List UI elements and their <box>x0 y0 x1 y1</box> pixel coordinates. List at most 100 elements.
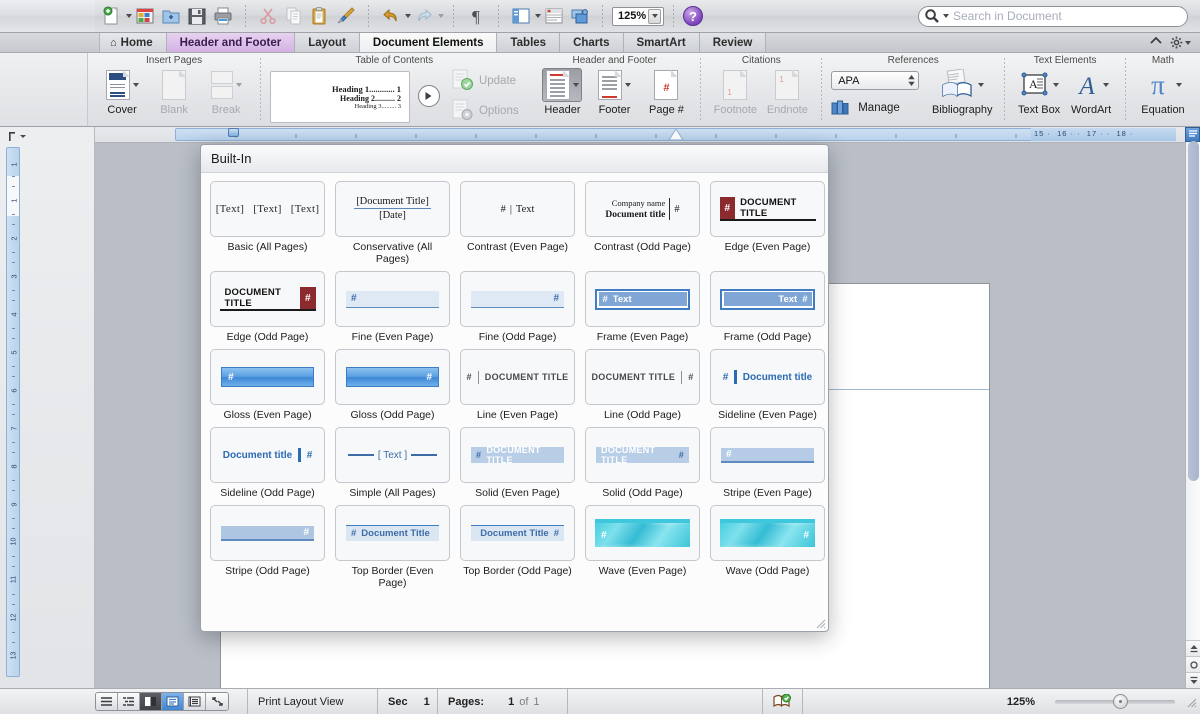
full-screen-view-button[interactable] <box>206 693 228 710</box>
cover-caret-icon[interactable] <box>133 83 139 87</box>
indent-marker-icon[interactable] <box>228 128 239 137</box>
horizontal-ruler[interactable]: 15 · 16 · · 17 · · 18 · <box>95 127 1200 143</box>
gallery-thumb-fine-even[interactable]: # <box>335 271 450 327</box>
gallery-thumb-line-even[interactable]: # DOCUMENT TITLE <box>460 349 575 405</box>
gallery-thumb-stripe-even[interactable]: # <box>710 427 825 483</box>
new-document-button[interactable] <box>99 3 125 29</box>
search-magnifier-icon[interactable] <box>924 8 949 24</box>
tab-layout[interactable]: Layout <box>295 33 360 52</box>
ribbon-button-footer[interactable]: Footer <box>589 68 639 116</box>
zoom-slider[interactable] <box>1045 700 1185 704</box>
publishing-view-button[interactable] <box>140 693 162 710</box>
gallery-thumb-edge-odd[interactable]: DOCUMENT TITLE # <box>210 271 325 327</box>
undo-button[interactable] <box>378 3 404 29</box>
zoom-slider-knob[interactable] <box>1113 694 1128 709</box>
gallery-thumb-edge-even[interactable]: # DOCUMENT TITLE <box>710 181 825 237</box>
gallery-thumb-simple[interactable]: [ Text ] <box>335 427 450 483</box>
citation-style-stepper-icon[interactable] <box>907 74 916 87</box>
print-button[interactable] <box>210 3 236 29</box>
gallery-thumb-gloss-even[interactable]: # <box>210 349 325 405</box>
gallery-item-fine-odd-page[interactable]: # Fine (Odd Page) <box>458 271 577 349</box>
ribbon-button-endnote[interactable]: 1 Endnote <box>762 68 812 116</box>
vertical-scrollbar-thumb[interactable] <box>1188 141 1199 481</box>
ribbon-button-header[interactable]: Header <box>537 68 587 116</box>
select-browse-object-button[interactable] <box>1186 656 1200 672</box>
gallery-thumb-stripe-odd[interactable]: # <box>210 505 325 561</box>
redo-button[interactable] <box>411 3 437 29</box>
toc-preview-gallery[interactable]: Heading 1............ 1 Heading 2.......… <box>270 71 410 123</box>
save-button[interactable] <box>184 3 210 29</box>
spelling-status-button[interactable] <box>762 689 802 714</box>
tab-review[interactable]: Review <box>700 33 767 52</box>
gallery-item-contrast-odd-page[interactable]: Company name Document title # Contrast (… <box>583 181 702 271</box>
gallery-item-fine-even-page[interactable]: # Fine (Even Page) <box>333 271 452 349</box>
equation-caret-icon[interactable] <box>1176 83 1182 87</box>
zoom-stepper[interactable] <box>648 9 661 24</box>
ribbon-button-blank[interactable]: Blank <box>149 68 199 116</box>
gallery-thumb-sideline-even[interactable]: # Document title <box>710 349 825 405</box>
sidebar-pane-button[interactable] <box>508 3 534 29</box>
tab-home[interactable]: ⌂ Home <box>100 33 167 52</box>
ribbon-button-toc-update[interactable]: Update <box>452 68 519 94</box>
gallery-thumb-sideline-odd[interactable]: Document title # <box>210 427 325 483</box>
search-scope-chevron-icon[interactable] <box>943 14 949 18</box>
gallery-item-top-border-odd-page[interactable]: Document Title # Top Border (Odd Page) <box>458 505 577 595</box>
gallery-thumb-topborder-odd[interactable]: Document Title # <box>460 505 575 561</box>
redo-caret-icon[interactable] <box>438 14 444 18</box>
gallery-item-frame-even-page[interactable]: # Text Frame (Even Page) <box>583 271 702 349</box>
ribbon-button-text-box[interactable]: A Text Box <box>1014 68 1064 116</box>
gallery-thumb-frame-even[interactable]: # Text <box>585 271 700 327</box>
browse-object-button[interactable] <box>1185 127 1200 142</box>
zoom-level-box[interactable]: 125% <box>612 7 664 26</box>
tab-charts[interactable]: Charts <box>560 33 623 52</box>
gallery-item-edge-even-page[interactable]: # DOCUMENT TITLE Edge (Even Page) <box>708 181 827 271</box>
gallery-resize-grip-icon[interactable] <box>814 617 826 629</box>
help-button[interactable]: ? <box>683 6 703 26</box>
tab-document-elements[interactable]: Document Elements <box>360 33 498 52</box>
ribbon-settings-button[interactable] <box>1170 36 1191 49</box>
scroll-next-page-button[interactable] <box>1186 672 1200 688</box>
outline-view-button[interactable] <box>118 693 140 710</box>
gallery-item-sideline-even-page[interactable]: # Document title Sideline (Even Page) <box>708 349 827 427</box>
show-formatting-button[interactable]: ¶ <box>463 3 489 29</box>
gallery-thumb-gloss-odd[interactable]: # <box>335 349 450 405</box>
media-browser-button[interactable] <box>541 3 567 29</box>
window-resize-grip-icon[interactable] <box>1185 696 1197 708</box>
paste-button[interactable] <box>307 3 333 29</box>
gallery-thumb-wave-even[interactable]: # <box>585 505 700 561</box>
gallery-item-solid-odd-page[interactable]: DOCUMENT TITLE # Solid (Odd Page) <box>583 427 702 505</box>
cut-button[interactable] <box>255 3 281 29</box>
scroll-previous-page-button[interactable] <box>1186 640 1200 656</box>
template-gallery-button[interactable] <box>132 3 158 29</box>
tab-tables[interactable]: Tables <box>497 33 560 52</box>
draft-view-button[interactable] <box>96 693 118 710</box>
ribbon-button-page-number[interactable]: # Page # <box>641 68 691 116</box>
gallery-item-stripe-even-page[interactable]: # Stripe (Even Page) <box>708 427 827 505</box>
gallery-thumb-solid-odd[interactable]: DOCUMENT TITLE # <box>585 427 700 483</box>
citation-style-select[interactable]: APA <box>831 71 919 90</box>
search-box[interactable] <box>918 6 1188 27</box>
gallery-thumb-topborder-even[interactable]: # Document Title <box>335 505 450 561</box>
print-layout-view-button[interactable] <box>162 693 184 710</box>
ribbon-button-equation[interactable]: π Equation <box>1135 68 1191 116</box>
gallery-item-stripe-odd-page[interactable]: # Stripe (Odd Page) <box>208 505 327 595</box>
ribbon-button-manage-sources[interactable]: Manage <box>831 95 919 121</box>
gallery-thumb-basic[interactable]: [Text] [Text] [Text] <box>210 181 325 237</box>
gallery-thumb-line-odd[interactable]: DOCUMENT TITLE # <box>585 349 700 405</box>
gallery-item-top-border-even-page[interactable]: # Document Title Top Border (Even Page) <box>333 505 452 595</box>
gallery-thumb-contrast-odd[interactable]: Company name Document title # <box>585 181 700 237</box>
ribbon-button-footnote[interactable]: 1 Footnote <box>710 68 760 116</box>
chevron-up-icon[interactable] <box>1150 36 1162 49</box>
gallery-item-wave-odd-page[interactable]: # Wave (Odd Page) <box>708 505 827 595</box>
tab-header-and-footer[interactable]: Header and Footer <box>167 33 296 52</box>
vertical-scrollbar[interactable] <box>1185 127 1200 688</box>
notebook-view-button[interactable] <box>184 693 206 710</box>
ribbon-button-cover[interactable]: Cover <box>97 68 147 116</box>
gallery-toggle-button[interactable] <box>567 3 593 29</box>
toc-gallery-play-button[interactable] <box>418 85 440 107</box>
gallery-item-solid-even-page[interactable]: # DOCUMENT TITLE Solid (Even Page) <box>458 427 577 505</box>
gallery-item-basic-all-pages[interactable]: [Text] [Text] [Text] Basic (All Pages) <box>208 181 327 271</box>
ribbon-button-wordart[interactable]: A WordArt <box>1066 68 1116 116</box>
gallery-item-conservative-all-pages[interactable]: [Document Title] [Date] Conservative (Al… <box>333 181 452 271</box>
gallery-thumb-fine-odd[interactable]: # <box>460 271 575 327</box>
